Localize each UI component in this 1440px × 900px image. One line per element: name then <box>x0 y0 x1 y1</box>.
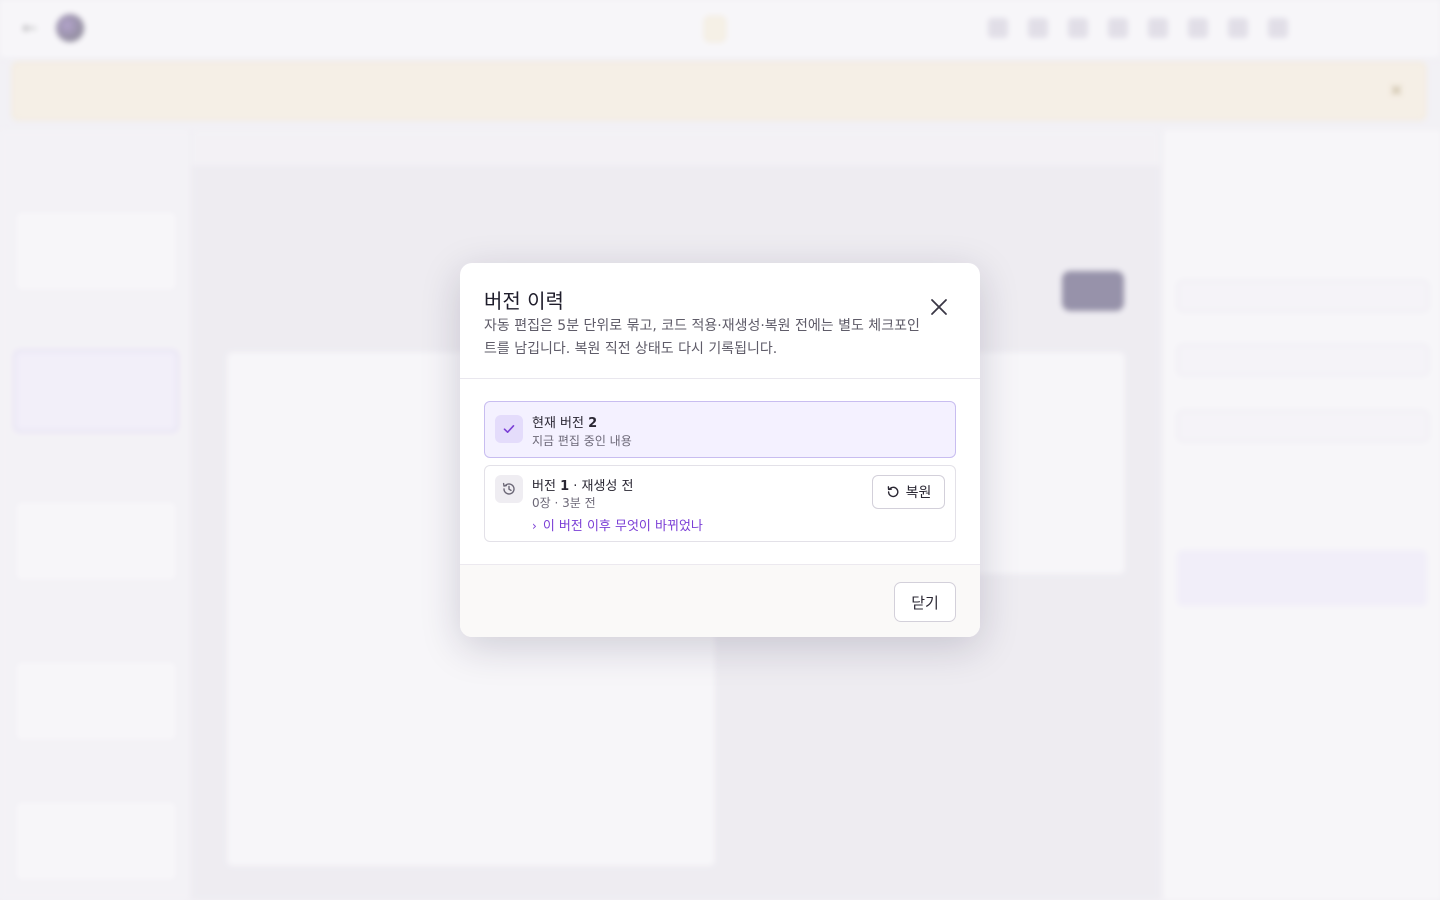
version-title: 버전 1 · 재생성 전 <box>532 475 634 494</box>
restore-label: 복원 <box>905 485 932 501</box>
history-icon <box>495 475 523 503</box>
version-number: 1 <box>560 479 570 494</box>
dialog-footer: 닫기 <box>460 564 980 637</box>
version-diff-label: 이 버전 이후 무엇이 바뀌었나 <box>542 519 703 534</box>
dialog-title: 버전 이력 <box>484 289 564 313</box>
dialog-description: 자동 편집은 5분 단위로 묶고, 코드 적용·재생성·복원 전에는 별도 체크… <box>484 318 920 357</box>
rotate-ccw-icon <box>887 486 899 498</box>
version-diff-toggle[interactable]: › 이 버전 이후 무엇이 바뀌었나 <box>532 515 703 534</box>
dialog-body: 현재 버전 2 지금 편집 중인 내용 버전 1 · 재생성 전 0장 · 3분… <box>460 379 980 564</box>
close-icon <box>931 299 947 315</box>
check-icon <box>495 415 523 443</box>
version-card: 버전 1 · 재생성 전 0장 · 3분 전 › 이 버전 이후 무엇이 바뀌었나… <box>484 465 956 542</box>
restore-button[interactable]: 복원 <box>872 475 945 509</box>
version-label: 버전 <box>532 479 556 494</box>
dialog-header: 버전 이력 자동 편집은 5분 단위로 묶고, 코드 적용·재생성·복원 전에는… <box>460 263 980 379</box>
version-history-dialog: 버전 이력 자동 편집은 5분 단위로 묶고, 코드 적용·재생성·복원 전에는… <box>460 263 980 637</box>
version-tag: · 재생성 전 <box>573 479 634 494</box>
close-button[interactable] <box>927 295 951 319</box>
current-version-card: 현재 버전 2 지금 편집 중인 내용 <box>484 401 956 458</box>
close-dialog-button[interactable]: 닫기 <box>894 582 956 622</box>
current-version-number: 2 <box>588 416 598 431</box>
version-meta: 0장 · 3분 전 <box>532 496 596 510</box>
current-version-subtitle: 지금 편집 중인 내용 <box>532 434 632 448</box>
current-version-label: 현재 버전 <box>532 416 584 431</box>
current-version-title: 현재 버전 2 <box>532 412 597 431</box>
chevron-right-icon: › <box>532 519 537 533</box>
